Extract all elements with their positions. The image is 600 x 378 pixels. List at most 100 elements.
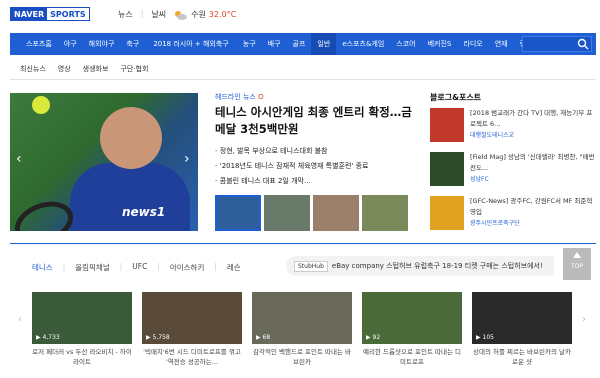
tab-ufc[interactable]: UFC <box>132 262 147 273</box>
tab-tennis[interactable]: 테니스 <box>32 262 53 273</box>
nav-item-radio[interactable]: 라디오 <box>457 39 488 49</box>
tab-lesson[interactable]: 레슨 <box>227 262 241 273</box>
headline-bullet[interactable]: 콤블린 테니스 대표 2일 개막… <box>215 174 415 189</box>
video-view-count: 92 <box>372 334 381 341</box>
prev-arrow-icon[interactable]: ‹ <box>16 151 22 167</box>
subnav-latest[interactable]: 최신뉴스 <box>20 64 46 74</box>
headline-tag: 헤드라인 뉴스 Ο <box>215 92 415 102</box>
subnav-photos[interactable]: 생생화보 <box>83 64 109 74</box>
subnav-video[interactable]: 영상 <box>58 64 71 74</box>
weather-location: 수원 <box>191 10 206 19</box>
nav-item-golf[interactable]: 골프 <box>287 39 312 49</box>
play-icon: ▶ 5,758 <box>146 334 170 341</box>
headline-bullet[interactable]: '2018년도 테니스 잠재적 체육영재 특별훈련' 종료 <box>215 159 415 174</box>
player-shirt <box>70 163 190 231</box>
nav-item-score[interactable]: 스코어 <box>390 39 421 49</box>
news-link[interactable]: 뉴스 <box>118 9 133 20</box>
top-links: 뉴스 | 날씨 수원 32.0°C <box>118 9 236 20</box>
thumbnail[interactable] <box>362 195 408 231</box>
video-item[interactable]: ▶ 105 상대의 허를 찌르는 바브린카의 날카로운 샷 <box>472 292 572 367</box>
video-item[interactable]: ▶ 4,733 로저 페더러 vs 두산 라오비치 - 하이라이트 <box>32 292 132 367</box>
top-button[interactable]: TOP <box>563 248 591 280</box>
nav-item-basketball[interactable]: 농구 <box>237 39 262 49</box>
nav-item-sports-home[interactable]: 스포츠홈 <box>20 39 58 49</box>
side-item-text: [2018 범교래가 간다 TV] 대행, 재능기부 프로젝트 6... <box>470 109 593 128</box>
thumbnail[interactable] <box>264 195 310 231</box>
nav-item-volleyball[interactable]: 배구 <box>262 39 287 49</box>
video-thumbnail: ▶ 92 <box>362 292 462 344</box>
side-thumbnail <box>430 108 464 142</box>
separator: | <box>140 9 144 18</box>
video-thumbnail: ▶ 105 <box>472 292 572 344</box>
headline-bullets: 정현, 발목 부상으로 테니스대회 불참 '2018년도 테니스 잠재적 체육영… <box>215 144 415 189</box>
top-button-label: TOP <box>570 263 583 270</box>
news1-watermark: news1 <box>122 205 166 219</box>
nav-item-series[interactable]: 연재 <box>489 39 514 49</box>
naver-sports-logo[interactable]: NAVER SPORTS <box>10 7 90 21</box>
headline-title[interactable]: 테니스 아시안게임 최종 엔트리 확정…금메달 3천5백만원 <box>215 104 415 138</box>
video-item[interactable]: ▶ 92 예리한 드롭샷으로 포인트 따내는 디미트로프 <box>362 292 462 367</box>
video-item[interactable]: ▶ 5,758 '빅매치'6번 시드 디미트로프를 꺾고 '역전승 성공하는..… <box>142 292 242 367</box>
headline-bullet[interactable]: 정현, 발목 부상으로 테니스대회 불참 <box>215 144 415 159</box>
headline-source: 헤드라인 뉴스 <box>215 93 256 101</box>
headline-image[interactable]: ‹ › news1 <box>10 93 198 231</box>
video-next-icon[interactable]: › <box>582 314 586 325</box>
nav-item-baseball[interactable]: 야구 <box>58 39 83 49</box>
nav-item-worldcup[interactable]: 2018 러시아 + 해외축구 <box>145 39 236 49</box>
video-thumbnail: ▶ 5,758 <box>142 292 242 344</box>
headline-box: 헤드라인 뉴스 Ο 테니스 아시안게임 최종 엔트리 확정…금메달 3천5백만원… <box>215 92 415 189</box>
play-icon: ▶ 4,733 <box>36 334 60 341</box>
video-thumbnail: ▶ 68 <box>252 292 352 344</box>
video-prev-icon[interactable]: ‹ <box>18 314 22 325</box>
side-item[interactable]: [2018 범교래가 간다 TV] 대행, 재능기부 프로젝트 6... 대행철… <box>430 108 596 148</box>
tab-olympic[interactable]: 올림픽채널 <box>75 262 110 273</box>
video-caption: 상대의 허를 찌르는 바브린카의 날카로운 샷 <box>473 348 571 366</box>
nav-item-general[interactable]: 일반 <box>311 33 337 55</box>
promo-banner[interactable]: StubHub eBay company 스텁허브 유럽축구 18-19 티켓 … <box>286 256 554 276</box>
stubhub-badge: StubHub <box>294 260 328 272</box>
video-view-count: 68 <box>262 334 271 341</box>
nav-item-magazine[interactable]: 베커진S <box>422 39 458 49</box>
video-item[interactable]: ▶ 68 감각적인 백핸드로 포인트 따내는 바브린카 <box>252 292 352 367</box>
weather-widget[interactable]: 수원 32.0°C <box>174 9 236 20</box>
nav-item-soccer[interactable]: 축구 <box>120 39 145 49</box>
section-divider <box>10 243 596 244</box>
separator: | <box>119 262 123 271</box>
next-arrow-icon[interactable]: › <box>184 151 190 167</box>
separator: | <box>157 262 160 271</box>
video-caption: 감각적인 백핸드로 포인트 따내는 바브린카 <box>253 348 351 366</box>
side-item-text: [Field Mag] 성남의 '신데렐라' 최병찬, "매번전도... <box>470 153 595 172</box>
tab-icehockey[interactable]: 아이스하키 <box>170 262 205 273</box>
nav-item-esports[interactable]: e스포츠&게임 <box>336 39 390 49</box>
subnav-clubs[interactable]: 구단·협회 <box>120 64 148 74</box>
side-item-source: 성남FC <box>470 176 489 183</box>
tennis-ball <box>32 96 50 114</box>
sports-logo-text: SPORTS <box>50 10 86 19</box>
naver-logo-text: NAVER <box>11 8 48 20</box>
video-view-count: 4,733 <box>42 334 60 341</box>
video-view-count: 5,758 <box>152 334 170 341</box>
video-tabs: 테니스 | 올림픽채널 | UFC | 아이스하키 | 레슨 <box>32 262 241 273</box>
video-caption: '빅매치'6번 시드 디미트로프를 꺾고 '역전승 성공하는... <box>143 348 241 366</box>
side-item-source: 광주시민프로축구단 <box>470 220 520 227</box>
cloud-sun-icon <box>175 10 188 20</box>
sub-nav: 최신뉴스 영상 생생화보 구단·협회 <box>10 58 596 80</box>
side-thumbnail <box>430 196 464 230</box>
side-item[interactable]: [GFC-News] 광주FC, 강원FC서 MF 최준혁 영입 광주시민프로축… <box>430 196 596 236</box>
nav-item-overseas-baseball[interactable]: 해외야구 <box>83 39 121 49</box>
side-title: 블로그&포스트 <box>430 93 482 102</box>
thumbnail[interactable] <box>215 195 261 231</box>
weather-link[interactable]: 날씨 <box>151 9 166 20</box>
video-view-count: 105 <box>482 334 494 341</box>
headline-thumbnails <box>215 195 408 231</box>
promo-text: eBay company 스텁허브 유럽축구 18-19 티켓 구매는 스텁허브… <box>331 262 543 270</box>
separator: | <box>62 262 66 271</box>
thumbnail[interactable] <box>313 195 359 231</box>
side-item[interactable]: [Field Mag] 성남의 '신데렐라' 최병찬, "매번전도... 성남F… <box>430 152 596 192</box>
top-bar: NAVER SPORTS 뉴스 | 날씨 수원 32.0°C <box>0 0 600 28</box>
search-input[interactable] <box>522 36 592 52</box>
play-icon: ▶ 68 <box>256 334 271 341</box>
video-row: ▶ 4,733 로저 페더러 vs 두산 라오비치 - 하이라이트 ▶ 5,75… <box>32 292 572 367</box>
video-caption: 예리한 드롭샷으로 포인트 따내는 디미트로프 <box>363 348 461 366</box>
search-icon[interactable] <box>577 38 589 50</box>
